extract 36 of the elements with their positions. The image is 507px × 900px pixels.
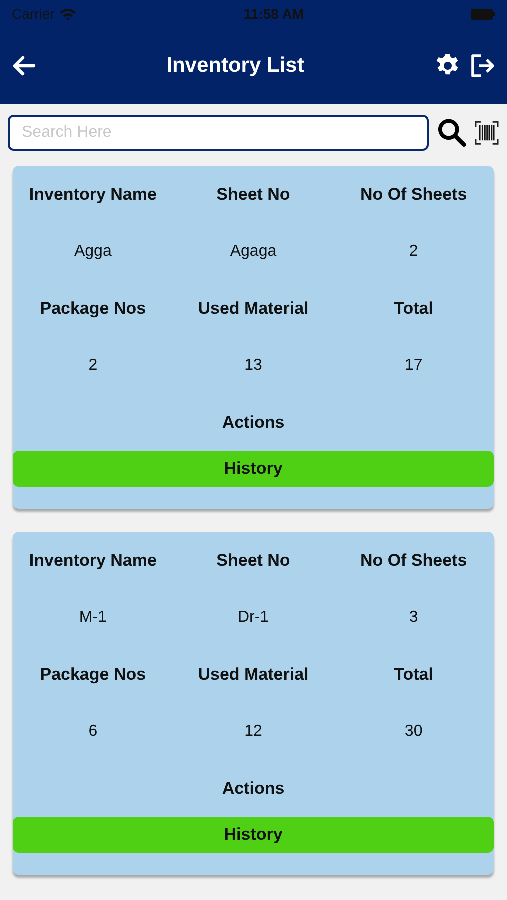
actions-label: Actions: [222, 412, 285, 432]
field-value: 6: [88, 722, 98, 740]
barcode-scan-icon[interactable]: [475, 118, 499, 146]
field-value: 2: [88, 356, 98, 374]
field-label: Inventory Name: [29, 550, 157, 570]
field-label: Sheet No: [216, 550, 290, 570]
field-label: Package Nos: [40, 664, 146, 684]
field-value: Agaga: [230, 242, 277, 260]
field-label: Used Material: [198, 298, 309, 318]
field-value: 30: [404, 722, 423, 740]
field-label: No Of Sheets: [360, 184, 468, 204]
field-value: Dr-1: [238, 608, 270, 626]
field-value: 13: [244, 356, 262, 374]
field-label: Sheet No: [216, 184, 290, 204]
status-time: 11:58 AM: [244, 4, 304, 24]
field-label: No Of Sheets: [360, 550, 468, 570]
field-label: Package Nos: [40, 298, 146, 318]
logout-icon[interactable]: [469, 53, 495, 79]
field-value: M-1: [79, 608, 107, 626]
field-value: 3: [409, 608, 418, 626]
wifi-icon: [58, 8, 77, 20]
actions-label: Actions: [222, 778, 285, 798]
back-arrow-icon[interactable]: [12, 56, 36, 76]
field-label: Total: [394, 298, 434, 318]
history-button[interactable]: History: [13, 451, 494, 487]
field-value: Agga: [74, 242, 112, 260]
field-label: Total: [394, 664, 434, 684]
field-value: 2: [409, 242, 418, 260]
battery-icon: [471, 8, 495, 20]
field-value: 17: [404, 356, 423, 374]
field-label: Inventory Name: [29, 184, 157, 204]
page-title: Inventory List: [166, 54, 304, 78]
carrier-label: Carrier: [12, 4, 55, 24]
field-value: 12: [244, 722, 262, 740]
field-label: Used Material: [198, 664, 309, 684]
history-button[interactable]: History: [13, 817, 494, 853]
